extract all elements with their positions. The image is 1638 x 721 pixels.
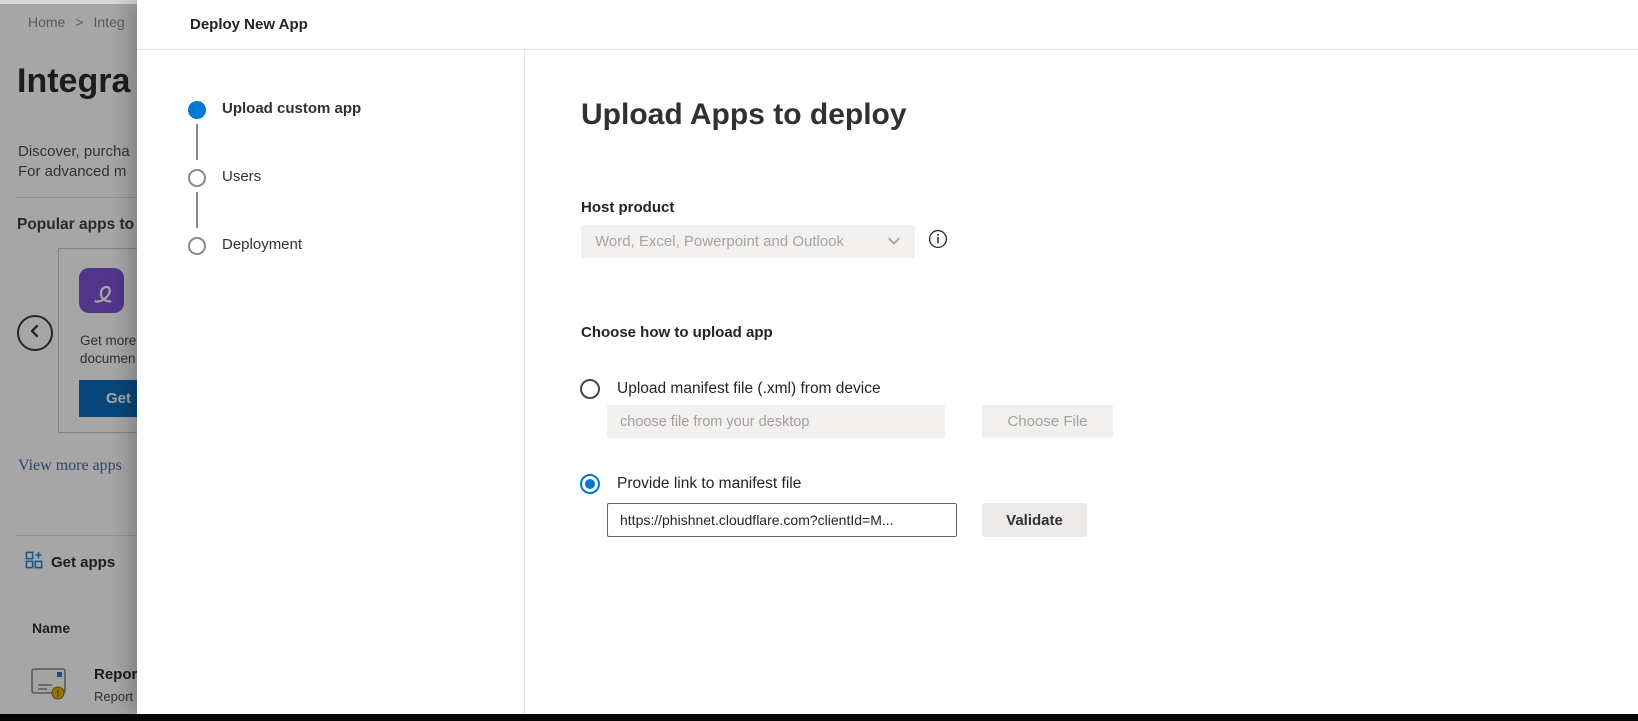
radio-option-provide-link[interactable]: Provide link to manifest file: [580, 474, 801, 494]
info-icon[interactable]: [928, 229, 948, 249]
radio-selected-icon[interactable]: [580, 474, 600, 494]
step-upload-custom-app[interactable]: Upload custom app: [222, 100, 361, 117]
host-product-dropdown[interactable]: Word, Excel, Powerpoint and Outlook: [581, 225, 915, 258]
screen: Home>Integ Integra Discover, purcha For …: [0, 0, 1638, 721]
host-product-label: Host product: [581, 199, 674, 216]
radio-option-upload-file-label: Upload manifest file (.xml) from device: [617, 380, 881, 398]
step-connector: [196, 124, 198, 160]
manifest-file-input[interactable]: [607, 405, 945, 438]
chevron-down-icon: [887, 233, 901, 251]
step-connector: [196, 192, 198, 228]
top-strip: [0, 0, 137, 4]
validate-button[interactable]: Validate: [982, 503, 1087, 537]
deploy-new-app-panel: Deploy New App Upload custom app Users D…: [137, 0, 1638, 714]
bottom-window-edge: [0, 714, 1638, 721]
radio-unselected-icon[interactable]: [580, 379, 600, 399]
radio-option-upload-file[interactable]: Upload manifest file (.xml) from device: [580, 379, 881, 399]
radio-dot: [585, 479, 595, 489]
choose-upload-method-label: Choose how to upload app: [581, 324, 773, 341]
step-deployment[interactable]: Deployment: [222, 236, 302, 253]
step-indicator-users: [188, 169, 206, 187]
radio-option-provide-link-label: Provide link to manifest file: [617, 475, 801, 493]
step-indicator-deployment: [188, 237, 206, 255]
panel-title: Deploy New App: [190, 16, 308, 33]
content-heading: Upload Apps to deploy: [581, 98, 907, 132]
panel-header: Deploy New App: [137, 0, 1638, 50]
step-users[interactable]: Users: [222, 168, 261, 185]
choose-file-button[interactable]: Choose File: [982, 405, 1113, 438]
step-indicator-upload-custom-app: [188, 101, 206, 119]
manifest-link-input[interactable]: [607, 503, 957, 537]
host-product-value: Word, Excel, Powerpoint and Outlook: [595, 233, 887, 250]
